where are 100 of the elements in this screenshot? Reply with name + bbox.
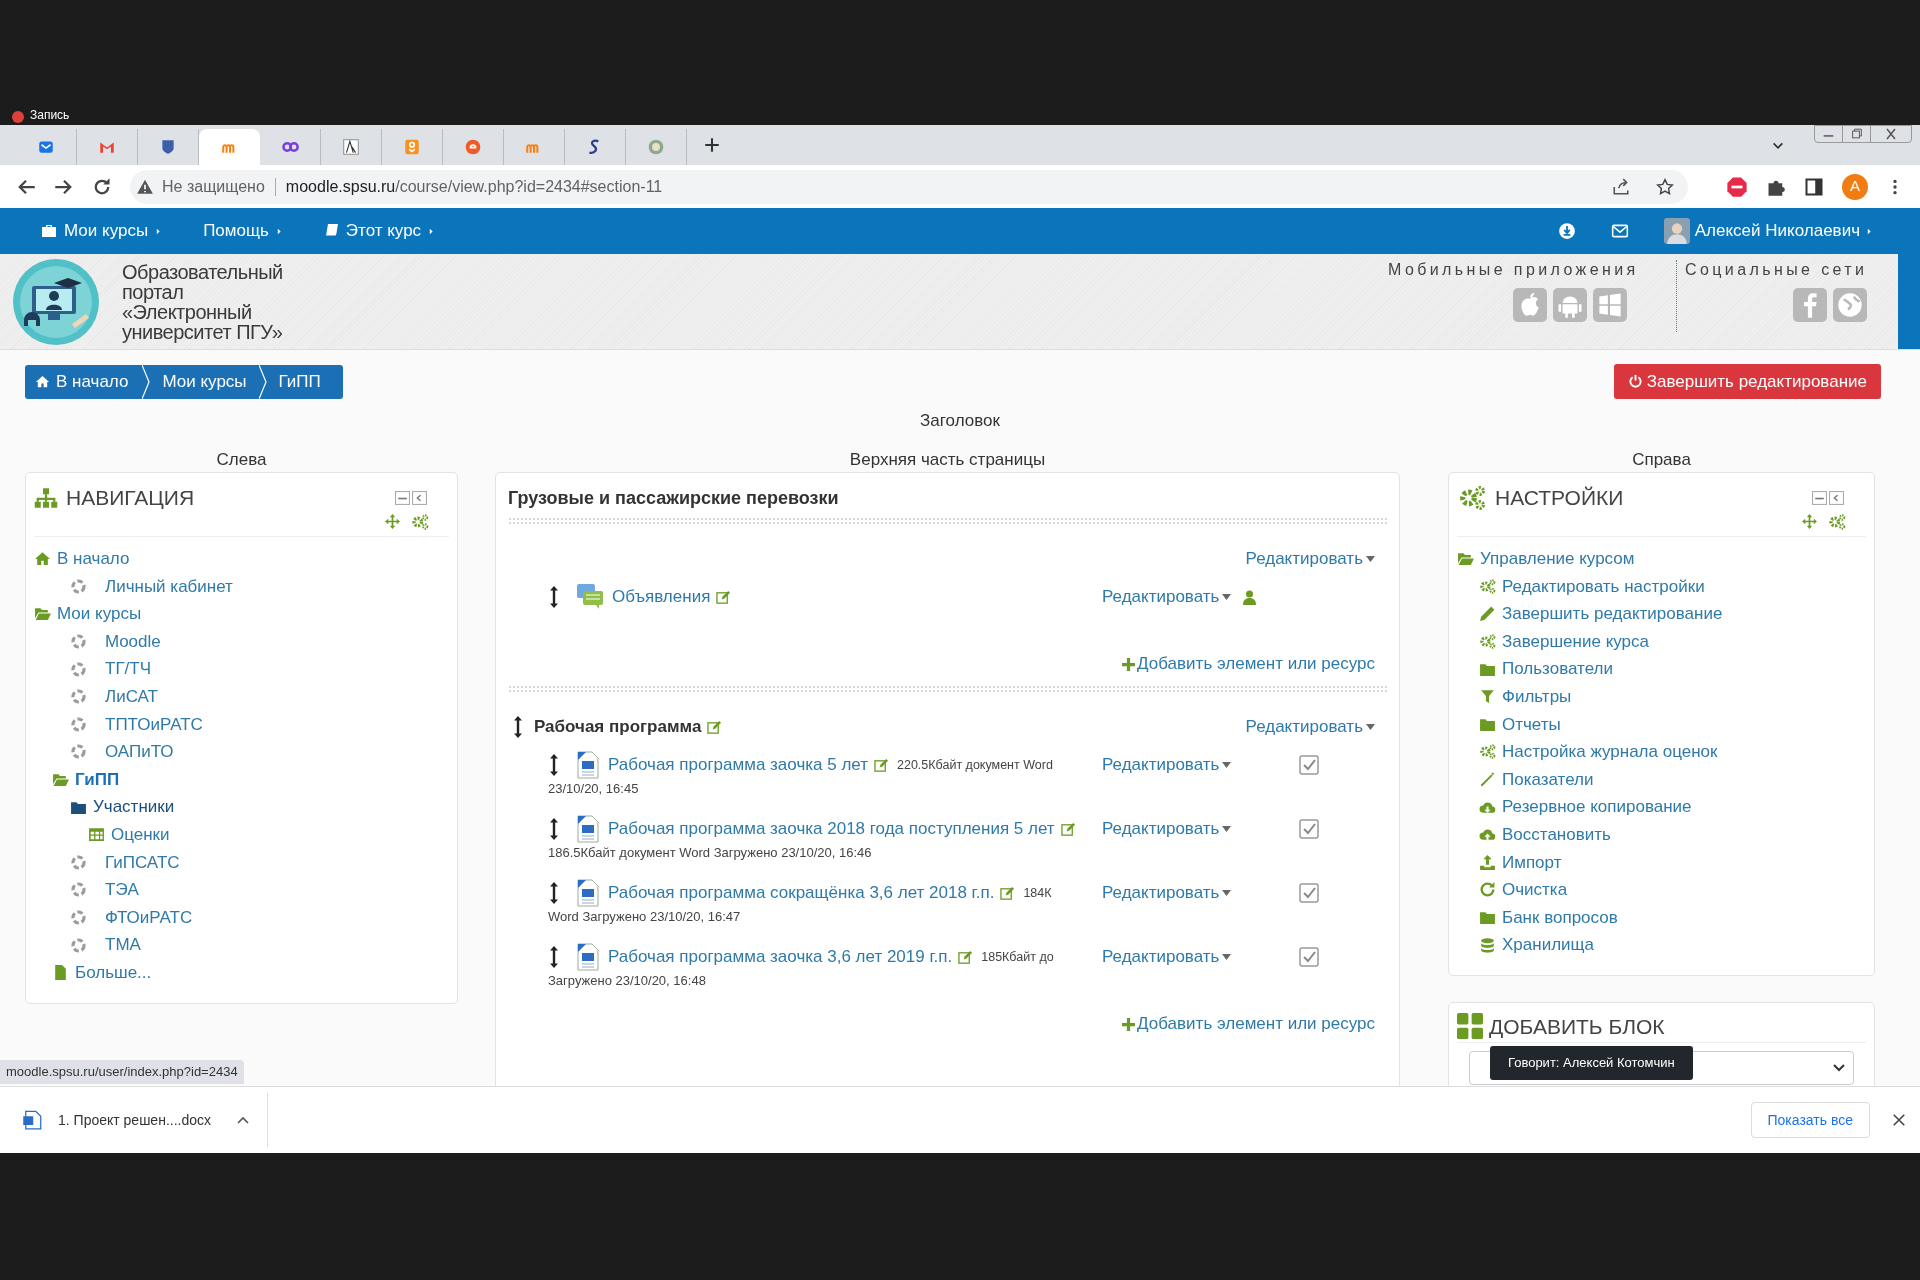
settings-link[interactable]: Восстановить	[1502, 822, 1611, 848]
mail-icon[interactable]	[1609, 222, 1630, 240]
edit-icon[interactable]	[874, 757, 889, 773]
edit-menu[interactable]: Редактировать	[1102, 752, 1232, 778]
settings-link[interactable]: Управление курсом	[1480, 546, 1635, 572]
edit-menu[interactable]: Редактировать	[1102, 880, 1232, 906]
user-menu[interactable]: Алексей Николаевич	[1663, 218, 1874, 244]
nav-tree-link[interactable]: Участники	[93, 794, 175, 820]
close-icon[interactable]	[1892, 1113, 1906, 1127]
gears-icon[interactable]	[411, 512, 429, 531]
activity-link[interactable]: Рабочая программа сокращёнка 3,6 лет 2018 г.п.	[608, 880, 995, 906]
gears-icon	[1457, 484, 1487, 512]
breadcrumb-link[interactable]: Мои курсы	[150, 364, 259, 399]
caret-up-icon[interactable]	[237, 1116, 250, 1124]
sidebar-icon[interactable]	[1804, 176, 1824, 197]
activity-link[interactable]: Рабочая программа заочка 3,6 лет 2019 г.п.	[608, 944, 953, 970]
settings-link[interactable]: Редактировать настройки	[1502, 573, 1705, 600]
nav-tree-link[interactable]: Оценки	[111, 822, 170, 848]
column-label: Слева	[216, 450, 267, 469]
settings-link[interactable]: Завершение курса	[1502, 628, 1649, 655]
completion-checkbox-icon[interactable]	[1299, 883, 1319, 903]
minimize-block-icon[interactable]	[1812, 491, 1827, 505]
edit-icon[interactable]	[716, 589, 732, 605]
nav-tree-link[interactable]: В начало	[57, 546, 130, 572]
edit-icon[interactable]	[707, 719, 723, 735]
edit-icon[interactable]	[1000, 885, 1016, 901]
end-editing-button[interactable]: Завершить редактирование	[1613, 364, 1881, 399]
breadcrumb-separator-icon	[142, 364, 151, 399]
nav-tree-link[interactable]: ТЭА	[105, 877, 139, 903]
settings-link[interactable]: Резервное копирование	[1502, 794, 1692, 820]
move-icon[interactable]	[548, 817, 560, 841]
gears-icon[interactable]	[1828, 512, 1846, 531]
nav-tree-link[interactable]: ТПТОиРАТС	[105, 711, 203, 738]
move-icon[interactable]	[548, 945, 560, 969]
edit-menu[interactable]: Редактировать	[1245, 546, 1375, 572]
download-circle-icon[interactable]	[1557, 222, 1576, 240]
settings-link[interactable]: Завершить редактирование	[1502, 601, 1723, 627]
move-icon[interactable]	[548, 753, 560, 777]
facebook-icon[interactable]	[1793, 288, 1828, 322]
edit-icon[interactable]	[958, 949, 974, 965]
share-icon[interactable]	[1612, 177, 1630, 196]
completion-checkbox-icon[interactable]	[1299, 947, 1319, 967]
add-resource-link[interactable]: Добавить элемент или ресурс	[1122, 651, 1375, 677]
dock-block-icon[interactable]	[1829, 491, 1844, 505]
bookmark-star-icon[interactable]	[1656, 177, 1674, 196]
dock-block-icon[interactable]	[412, 491, 427, 505]
download-item[interactable]: 1. Проект решен....docx	[0, 1093, 269, 1147]
globe-icon[interactable]	[1833, 288, 1868, 322]
nav-menu[interactable]: Этот курс	[323, 218, 437, 244]
edit-menu[interactable]: Редактировать	[1102, 816, 1232, 842]
favicon	[342, 138, 360, 156]
activity-link[interactable]: Рабочая программа заочка 2018 года поступления 5 лет	[608, 816, 1055, 842]
settings-link[interactable]: Фильтры	[1502, 684, 1572, 710]
nav-menu[interactable]: Помощь	[203, 218, 284, 244]
edit-menu[interactable]: Редактировать	[1102, 584, 1232, 610]
completion-checkbox-icon[interactable]	[1299, 819, 1319, 839]
edit-menu[interactable]: Редактировать	[1245, 714, 1375, 740]
nav-tree-link[interactable]: Личный кабинет	[105, 573, 233, 600]
word-document-icon	[22, 1110, 42, 1130]
android-icon[interactable]	[1552, 288, 1587, 322]
settings-link[interactable]: Отчеты	[1502, 711, 1561, 738]
settings-link[interactable]: Банк вопросов	[1502, 904, 1618, 931]
nav-tree-link[interactable]: Moodle	[105, 628, 161, 655]
nav-tree-link[interactable]: ТГ/ТЧ	[105, 656, 152, 682]
move-icon[interactable]	[548, 881, 560, 905]
show-all-button[interactable]: Показать все	[1750, 1102, 1870, 1138]
settings-link[interactable]: Настройка журнала оценок	[1502, 739, 1718, 765]
nav-tree-link[interactable]: ТМА	[105, 932, 141, 958]
apple-icon[interactable]	[1512, 288, 1547, 322]
nav-menu[interactable]: Мои курсы	[40, 218, 164, 244]
settings-link[interactable]: Пользователи	[1502, 656, 1613, 682]
new-tab-icon[interactable]	[703, 136, 721, 154]
nav-tree-link[interactable]: ФТОиРАТС	[105, 904, 193, 931]
activity-link[interactable]: Объявления	[612, 584, 711, 610]
address-field[interactable]: Не защищено moodle.spsu.ru/course/view.php?id=2434#section-11	[130, 169, 1688, 204]
activity-link[interactable]: Рабочая программа заочка 5 лет	[608, 752, 868, 778]
settings-link[interactable]: Хранилища	[1502, 932, 1594, 958]
nav-tree-link[interactable]: Больше...	[75, 959, 152, 986]
profile-avatar[interactable]: A	[1842, 173, 1868, 200]
settings-link[interactable]: Показатели	[1502, 766, 1594, 793]
breadcrumb-link[interactable]: В начало	[25, 364, 143, 399]
windows-icon[interactable]	[1592, 288, 1627, 322]
settings-link[interactable]: Импорт	[1502, 849, 1562, 876]
add-resource-link[interactable]: Добавить элемент или ресурс	[1122, 1011, 1375, 1037]
nav-tree-link[interactable]: ГиПСАТС	[105, 849, 180, 876]
nav-tree-link[interactable]: ГиПП	[75, 766, 120, 793]
minimize-block-icon[interactable]	[395, 491, 410, 505]
move-icon[interactable]	[548, 585, 560, 609]
settings-link[interactable]: Очистка	[1502, 877, 1568, 903]
browser-tab[interactable]	[199, 129, 260, 165]
adblock-icon[interactable]	[1726, 175, 1748, 198]
move-icon[interactable]	[512, 715, 524, 739]
edit-menu[interactable]: Редактировать	[1102, 944, 1232, 970]
nav-tree-link[interactable]: Мои курсы	[57, 601, 142, 627]
reload-icon[interactable]	[92, 176, 112, 197]
breadcrumb-link[interactable]: ГиПП	[266, 364, 343, 399]
nav-tree-link[interactable]: ЛиСАТ	[105, 684, 158, 710]
completion-checkbox-icon[interactable]	[1299, 755, 1319, 775]
nav-tree-link[interactable]: ОАПиТО	[105, 739, 174, 765]
edit-icon[interactable]	[1060, 821, 1076, 837]
